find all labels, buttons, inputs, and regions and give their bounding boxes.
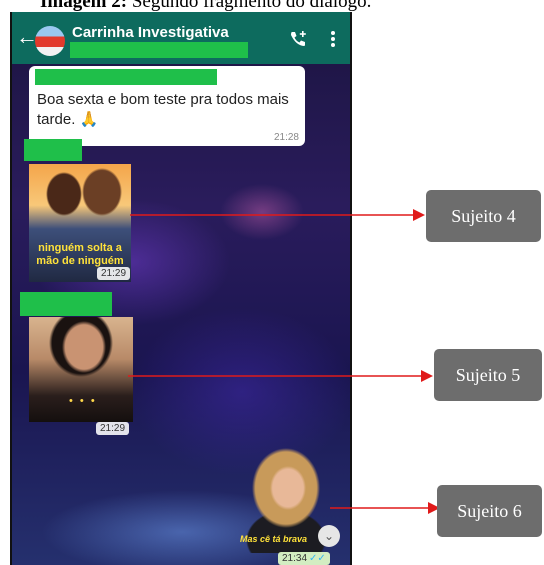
- message-body: Boa sexta e bom teste pra todos mais tar…: [37, 91, 289, 128]
- scroll-down-button[interactable]: ⌄: [318, 525, 340, 547]
- menu-icon[interactable]: [330, 30, 336, 48]
- image-caption: ninguém solta a mão de ninguém: [36, 242, 124, 267]
- participants-redaction: [70, 42, 248, 58]
- image-message-subject-5[interactable]: • • •: [29, 317, 133, 422]
- chat-title[interactable]: Carrinha Investigativa: [72, 24, 229, 41]
- message-time: 21:28: [273, 132, 299, 143]
- read-receipt-icon: ✓✓: [309, 553, 326, 564]
- annotation-label: Sujeito 4: [426, 190, 541, 242]
- annotation-label: Sujeito 5: [434, 349, 542, 401]
- chat-header: ← Carrinha Investigativa: [12, 12, 350, 64]
- message-time: 21:29: [96, 422, 130, 435]
- back-arrow-icon[interactable]: ←: [16, 26, 38, 48]
- figure-title-text: Segundo fragmento do diálogo.: [131, 0, 372, 12]
- group-avatar[interactable]: [35, 26, 65, 56]
- sender-name-redaction: [20, 292, 112, 316]
- annotation-arrow: [330, 502, 440, 514]
- figure-title-label: Imagem 2:: [40, 0, 128, 12]
- add-call-icon[interactable]: [289, 30, 307, 48]
- message-time-sent: 21:34 ✓✓: [278, 552, 330, 565]
- message-time: 21:29: [97, 267, 131, 280]
- image-caption: • • •: [69, 395, 97, 407]
- sender-name-redaction: [35, 69, 217, 85]
- chat-screenshot: ← Carrinha Investigativa Boa sexta e bom…: [10, 12, 352, 565]
- sender-name-redaction: [24, 139, 82, 161]
- annotation-arrow: [128, 370, 433, 382]
- message-bubble-text[interactable]: Boa sexta e bom teste pra todos mais tar…: [29, 66, 305, 146]
- annotation-arrow: [130, 209, 425, 221]
- double-chevron-down-icon: ⌄: [323, 529, 335, 543]
- annotation-label: Sujeito 6: [437, 485, 542, 537]
- image-message-subject-4[interactable]: ninguém solta a mão de ninguém 21:29: [29, 164, 131, 282]
- message-time: 21:34: [282, 553, 308, 564]
